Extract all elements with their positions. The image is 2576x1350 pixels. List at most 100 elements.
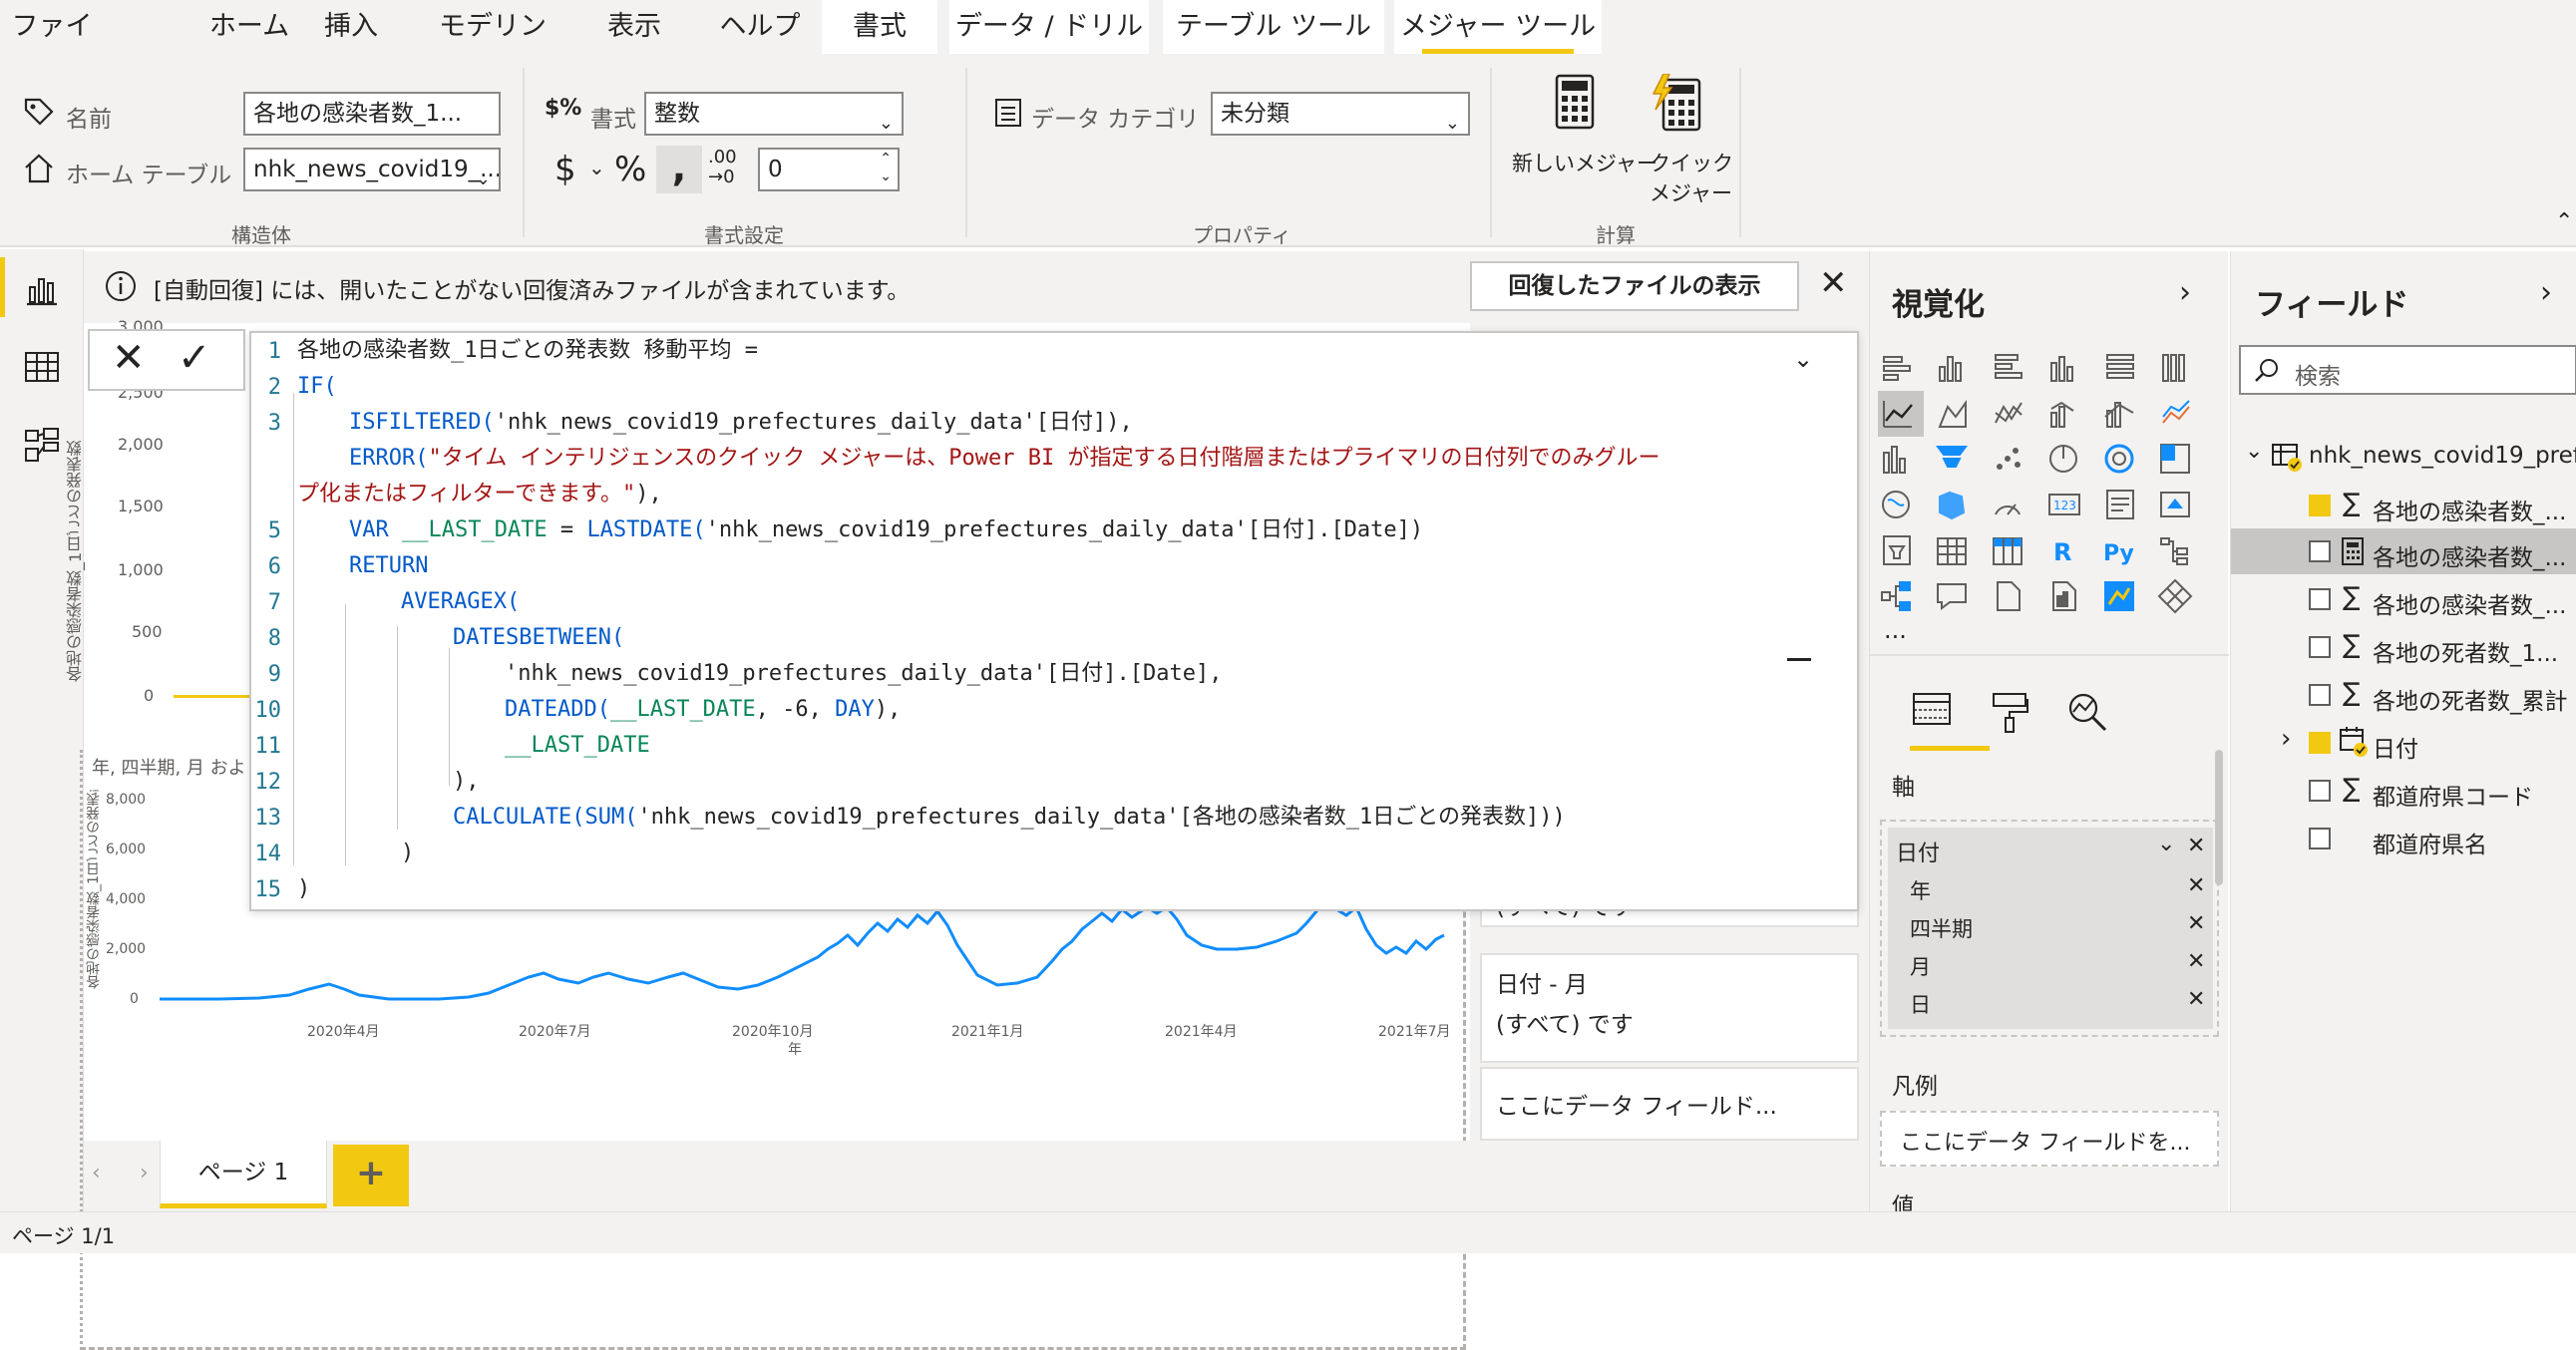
checkbox-icon[interactable] xyxy=(2309,828,2331,849)
field-item[interactable]: ∑ 各地の感染者数_... xyxy=(2231,483,2576,528)
remove-field-icon[interactable]: ✕ xyxy=(2187,987,2205,1012)
menu-format[interactable]: 書式 xyxy=(822,0,937,54)
next-page-icon[interactable]: › xyxy=(140,1161,149,1185)
code-line-13: CALCULATE(SUM('nhk_news_covid19_prefectu… xyxy=(453,800,1566,836)
line-number: 2 xyxy=(267,375,281,400)
menu-data-drill[interactable]: データ / ドリル xyxy=(949,0,1149,54)
checkbox-icon[interactable] xyxy=(2309,780,2331,802)
checkbox-icon[interactable] xyxy=(2309,684,2331,706)
chart1-ytick: 1,000 xyxy=(118,560,164,579)
spin-button-icon[interactable]: ⌃ ⌄ xyxy=(880,150,892,185)
cancel-icon[interactable]: ✕ xyxy=(112,335,146,381)
search-input[interactable]: 検索 xyxy=(2239,345,2576,395)
collapse-ribbon-icon[interactable]: ⌃ xyxy=(2555,209,2573,234)
axis-item-day: 日 xyxy=(1910,993,1931,1017)
line-number: 15 xyxy=(254,877,282,902)
data-category-select[interactable]: 未分類 ⌄ xyxy=(1211,92,1470,136)
code-token: __LAST_DATE xyxy=(401,517,548,542)
decimal-increase-icon[interactable]: .00 →0 xyxy=(708,148,737,187)
decimal-places-input[interactable]: 0 ⌃ ⌄ xyxy=(758,148,900,191)
code-token: プ化またはフィルターできます。" xyxy=(297,482,636,506)
tag-icon xyxy=(24,98,54,126)
expand-chevron-icon[interactable]: ⌄ xyxy=(1793,345,1813,373)
field-item-selected[interactable]: 各地の感染者数_... xyxy=(2231,528,2576,574)
field-item[interactable]: ∑ 各地の死者数_1... xyxy=(2231,624,2576,670)
checkbox-checked-icon[interactable] xyxy=(2309,495,2331,516)
add-page-button[interactable]: + xyxy=(333,1145,409,1206)
field-item[interactable]: 都道府県名 xyxy=(2231,816,2576,861)
model-view-icon[interactable] xyxy=(22,425,62,465)
menu-file[interactable]: ファイル xyxy=(0,0,104,96)
field-item[interactable]: ∑ 各地の感染者数_... xyxy=(2231,576,2576,622)
tab-page-1[interactable]: ページ 1 xyxy=(160,1141,327,1208)
chevron-right-icon[interactable]: › xyxy=(2179,275,2191,310)
chevron-down-icon[interactable]: ⌄ xyxy=(588,156,605,179)
code-token: ), xyxy=(874,697,902,722)
menu-bar: ファイル ホーム 挿入 モデリング 表示 ヘルプ 書式 データ / ドリル テー… xyxy=(0,0,2576,96)
dollar-icon[interactable]: $ xyxy=(554,150,576,189)
stacked-bar-chart-icon xyxy=(1883,356,1911,381)
group-divider xyxy=(965,68,967,237)
data-view-icon[interactable] xyxy=(22,347,62,387)
code-line-14: ) xyxy=(401,841,415,865)
vis-scrollbar[interactable] xyxy=(2215,750,2223,885)
remove-field-icon[interactable]: ✕ xyxy=(2187,873,2205,898)
remove-field-icon[interactable]: ✕ xyxy=(2187,834,2205,858)
menu-view[interactable]: 表示 xyxy=(596,0,672,54)
chevron-down-icon[interactable]: ⌄ xyxy=(2245,439,2263,464)
remove-field-icon[interactable]: ✕ xyxy=(2187,949,2205,974)
code-line-1: 各地の感染者数_1日ごとの発表数 移動平均 = xyxy=(297,338,759,363)
name-field[interactable]: 各地の感染者数_1... xyxy=(243,92,501,136)
analytics-magnifier-icon[interactable] xyxy=(2065,690,2109,734)
code-token: ), xyxy=(635,482,662,506)
more-visuals-icon[interactable]: ... xyxy=(1884,616,1907,644)
active-tab-indicator xyxy=(1910,746,1990,751)
code-token: = xyxy=(547,517,587,542)
checkbox-icon[interactable] xyxy=(2309,588,2331,610)
chart2-ytick: 0 xyxy=(130,991,139,1007)
field-item[interactable]: ∑ 各地の死者数_累計 xyxy=(2231,672,2576,718)
dax-formula-editor[interactable]: ⌄ 1 2 3 5 6 7 8 9 10 11 12 13 14 15 各地の感… xyxy=(249,331,1859,911)
home-table-select[interactable]: nhk_news_covid19_... ⌄ xyxy=(243,148,501,191)
checkmark-icon[interactable]: ✓ xyxy=(178,335,211,381)
new-measure-button[interactable]: 新しいメジャー xyxy=(1508,70,1657,209)
close-icon[interactable]: ✕ xyxy=(1819,263,1848,303)
legend-drop-zone[interactable]: ここにデータ フィールドを... xyxy=(1880,1111,2219,1167)
quick-measure-button[interactable]: クイック メジャー xyxy=(1636,70,1733,209)
filter-card-date-month[interactable]: 日付 - 月 (すべて) です xyxy=(1480,953,1859,1063)
checkbox-checked-icon[interactable] xyxy=(2309,732,2331,754)
sigma-icon: ∑ xyxy=(2343,678,2361,708)
legend-label: 凡例 xyxy=(1892,1074,1938,1100)
percent-icon[interactable]: % xyxy=(614,150,646,189)
menu-measure-tools[interactable]: メジャー ツール xyxy=(1394,0,1602,54)
show-recovered-files-button[interactable]: 回復したファイルの表示 xyxy=(1470,261,1799,311)
menu-home[interactable]: ホーム xyxy=(189,0,309,54)
chevron-right-icon[interactable]: › xyxy=(2540,275,2552,310)
remove-field-icon[interactable]: ✕ xyxy=(2187,911,2205,936)
menu-insert[interactable]: 挿入 xyxy=(315,0,387,54)
field-item-date-hierarchy[interactable]: › 日付 xyxy=(2231,720,2576,766)
prev-page-icon[interactable]: ‹ xyxy=(92,1161,101,1185)
checkbox-icon[interactable] xyxy=(2309,636,2331,658)
report-view-icon[interactable] xyxy=(22,269,62,309)
line-number: 6 xyxy=(267,554,281,579)
filter-drop-zone[interactable]: ここにデータ フィールド... xyxy=(1480,1067,1859,1141)
chevron-right-icon[interactable]: › xyxy=(2281,724,2291,754)
field-table-header[interactable]: ⌄ nhk_news_covid19_pref... xyxy=(2231,435,2576,481)
menu-modeling[interactable]: モデリング xyxy=(429,0,556,96)
fields-well-icon[interactable] xyxy=(1910,690,1954,730)
visualizations-pane: 視覚化 › 123 R Py ... 軸 日付 ⌄ ✕ 年 ✕ 四半期 ✕ 月 … xyxy=(1869,251,2229,1219)
comma-style-icon[interactable]: , xyxy=(656,146,702,193)
axis-well[interactable]: 日付 ⌄ ✕ 年 ✕ 四半期 ✕ 月 ✕ 日 ✕ xyxy=(1880,820,2219,1037)
decimal-places-value: 0 xyxy=(768,157,783,182)
chevron-down-icon[interactable]: ⌄ xyxy=(2157,832,2175,856)
menu-help[interactable]: ヘルプ xyxy=(716,0,804,54)
field-item[interactable]: ∑ 都道府県コード xyxy=(2231,768,2576,814)
indent-guide xyxy=(345,604,346,865)
svg-text:123: 123 xyxy=(2053,499,2076,512)
menu-table-tools[interactable]: テーブル ツール xyxy=(1163,0,1384,54)
checkbox-icon[interactable] xyxy=(2309,540,2331,562)
format-select[interactable]: 整数 ⌄ xyxy=(644,92,904,136)
format-paint-roller-icon[interactable] xyxy=(1990,690,2029,734)
chart1-ylabel: 各地の感染者数_1日ごとの発表数 xyxy=(66,440,85,682)
